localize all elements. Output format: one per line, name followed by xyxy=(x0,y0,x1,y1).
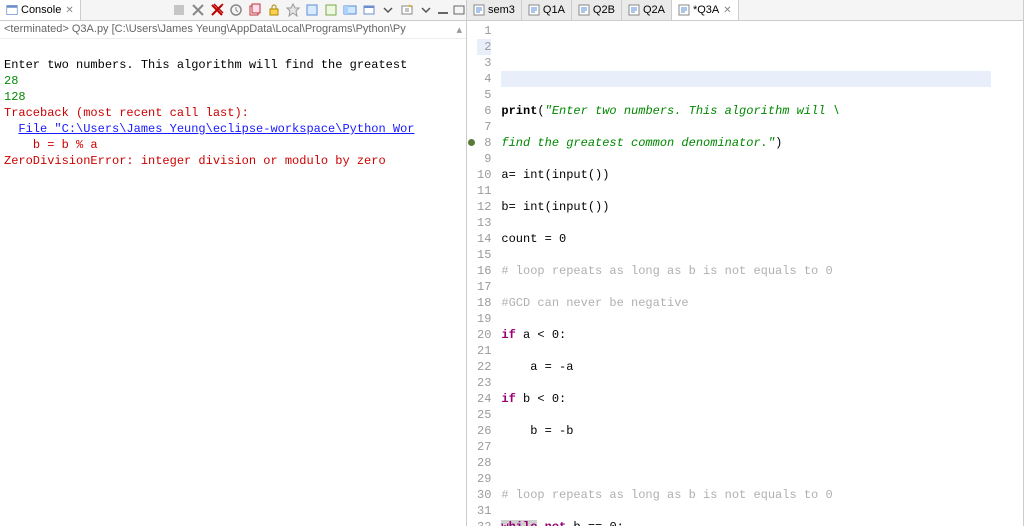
code-line: a = -a xyxy=(501,359,991,375)
code-line xyxy=(501,39,991,55)
python-file-icon xyxy=(578,4,590,16)
pin-console-icon[interactable] xyxy=(285,3,301,17)
console-process-label: <terminated> Q3A.py [C:\Users\James Yeun… xyxy=(0,21,466,39)
console-traceback-line: Traceback (most recent call last): xyxy=(4,106,249,120)
editor-tab-label: Q1A xyxy=(543,4,565,16)
remove-launch-icon[interactable] xyxy=(190,3,206,17)
code-area[interactable]: print("Enter two numbers. This algorithm… xyxy=(497,21,991,526)
console-pane: Console ✕ xyxy=(0,0,467,526)
code-line: # loop repeats as long as b is not equal… xyxy=(501,263,991,279)
code-line: if b < 0: xyxy=(501,391,991,407)
code-line: # loop repeats as long as b is not equal… xyxy=(501,487,991,503)
editor-pane: sem3 Q1A Q2B Q2A *Q3A ✕ 1 xyxy=(467,0,1024,526)
display-selected-console-icon[interactable] xyxy=(361,3,377,17)
editor-tab-q2a[interactable]: Q2A xyxy=(622,0,672,20)
code-line: a= int(input()) xyxy=(501,167,991,183)
toolbar-button[interactable] xyxy=(304,3,320,17)
scroll-up-icon[interactable]: ▴ xyxy=(456,23,462,36)
toolbar-button[interactable] xyxy=(228,3,244,17)
editor-tab-label: Q2B xyxy=(593,4,615,16)
scroll-lock-icon[interactable] xyxy=(266,3,282,17)
console-tabbar: Console ✕ xyxy=(0,0,466,21)
editor-tab-q2b[interactable]: Q2B xyxy=(572,0,622,20)
code-line: if a < 0: xyxy=(501,327,991,343)
breakpoint-icon: 8 xyxy=(477,135,491,151)
code-line: b = -b xyxy=(501,423,991,439)
close-icon[interactable]: ✕ xyxy=(65,5,73,16)
editor-tab-label: *Q3A xyxy=(693,4,719,16)
console-output[interactable]: Enter two numbers. This algorithm will f… xyxy=(0,39,466,526)
chevron-down-icon[interactable] xyxy=(418,3,434,17)
console-input-line: 28 xyxy=(4,74,18,88)
console-tab[interactable]: Console ✕ xyxy=(0,0,81,20)
code-line: while not b == 0: xyxy=(501,519,991,526)
editor-tab-q3a[interactable]: *Q3A ✕ xyxy=(672,0,739,20)
console-traceback-line: b = b % a xyxy=(4,138,98,152)
minimize-icon[interactable] xyxy=(436,4,450,16)
toolbar-button[interactable] xyxy=(171,3,187,17)
python-file-icon xyxy=(528,4,540,16)
maximize-icon[interactable] xyxy=(452,4,466,16)
chevron-down-icon[interactable] xyxy=(380,3,396,17)
console-toolbar xyxy=(169,3,436,17)
editor-tab-q1a[interactable]: Q1A xyxy=(522,0,572,20)
editor-tab-label: Q2A xyxy=(643,4,665,16)
code-line: #GCD can never be negative xyxy=(501,295,991,311)
clear-console-icon[interactable] xyxy=(247,3,263,17)
traceback-file-link[interactable]: File "C:\Users\James Yeung\eclipse-works… xyxy=(18,122,414,136)
close-icon[interactable]: ✕ xyxy=(723,5,731,16)
console-tab-label: Console xyxy=(21,4,61,16)
code-line: print("Enter two numbers. This algorithm… xyxy=(501,103,991,119)
remove-all-icon[interactable] xyxy=(209,3,225,17)
python-file-icon xyxy=(628,4,640,16)
console-input-line: 128 xyxy=(4,90,26,104)
code-line: count = 0 xyxy=(501,231,991,247)
editor-tab-label: sem3 xyxy=(488,4,515,16)
open-console-icon[interactable] xyxy=(399,3,415,17)
console-icon xyxy=(6,4,18,16)
toolbar-button[interactable] xyxy=(342,3,358,17)
line-number-gutter: 1 2 3 4 5 6 7 8 9 10 11 12 13 14 15 16 1… xyxy=(467,21,497,526)
code-line xyxy=(501,455,991,471)
python-file-icon xyxy=(473,4,485,16)
code-line-current xyxy=(501,71,991,87)
code-editor[interactable]: 1 2 3 4 5 6 7 8 9 10 11 12 13 14 15 16 1… xyxy=(467,21,1023,526)
editor-tab-sem3[interactable]: sem3 xyxy=(467,0,522,20)
editor-tabbar: sem3 Q1A Q2B Q2A *Q3A ✕ xyxy=(467,0,1023,21)
console-error-line: ZeroDivisionError: integer division or m… xyxy=(4,154,386,168)
python-file-icon xyxy=(678,4,690,16)
code-line: b= int(input()) xyxy=(501,199,991,215)
code-line: find the greatest common denominator.") xyxy=(501,135,991,151)
console-traceback-line: File "C:\Users\James Yeung\eclipse-works… xyxy=(4,122,414,136)
console-line: Enter two numbers. This algorithm will f… xyxy=(4,58,407,72)
toolbar-button[interactable] xyxy=(323,3,339,17)
view-controls xyxy=(436,4,466,16)
